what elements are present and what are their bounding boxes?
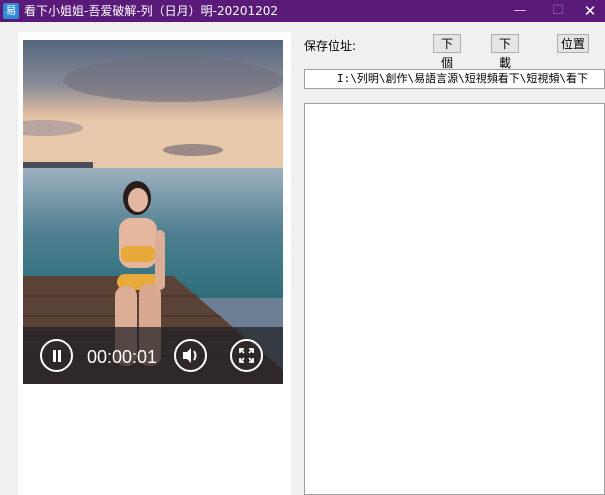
download-button[interactable]: 下載 <box>491 34 519 70</box>
player-controls: 00:00:01 <box>23 327 283 384</box>
close-button[interactable]: ✕ <box>573 0 605 22</box>
save-path-field[interactable]: I:\列明\創作\易語言源\短視頻看下\短視頻\看下 <box>304 69 605 89</box>
maximize-button[interactable]: ☐ <box>541 0 575 22</box>
app-icon: 易 <box>3 3 19 19</box>
volume-glyph <box>183 348 197 363</box>
fullscreen-icon[interactable] <box>230 339 263 372</box>
video-player[interactable]: 00:00:01 <box>23 40 283 384</box>
next-button[interactable]: 下個 <box>433 34 461 70</box>
minimize-button[interactable]: — <box>503 0 537 22</box>
window-title: 看下小姐姐-吾爱破解-列（日月）明-20201202 <box>24 4 279 18</box>
title-bar: 易 看下小姐姐-吾爱破解-列（日月）明-20201202 — ☐ ✕ <box>0 0 605 22</box>
output-list[interactable] <box>304 103 605 495</box>
volume-icon[interactable] <box>174 339 207 372</box>
location-button[interactable]: 位置 <box>557 34 589 53</box>
pause-icon[interactable] <box>40 339 73 372</box>
playback-time: 00:00:01 <box>87 347 158 367</box>
fullscreen-glyph <box>239 348 254 363</box>
save-location-label: 保存位址: <box>304 39 357 53</box>
